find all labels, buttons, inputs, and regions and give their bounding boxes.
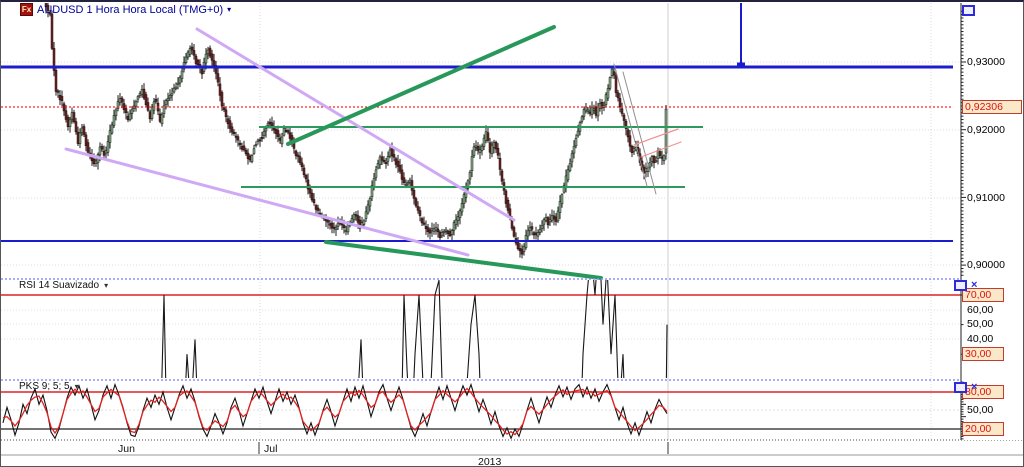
rsi-close-icon[interactable]: ×: [971, 280, 977, 291]
pks-axis-label: 50,00: [967, 404, 994, 416]
rsi-line: [161, 280, 668, 378]
rsi-axis-label: 40,00: [967, 333, 994, 345]
price-axis-label: 0,90000: [967, 259, 1005, 271]
price-axis-label: 0,92000: [967, 124, 1005, 136]
fx-icon: Fx: [20, 3, 33, 16]
chart-canvas[interactable]: [1, 2, 1024, 467]
main-window-controls: [962, 5, 975, 16]
rsi-axis-label: 50,00: [967, 318, 994, 330]
current-price-label: 0,92306: [962, 100, 1022, 114]
pks-panel-header: PKS 9; 5; 5 ▾: [19, 381, 79, 392]
pks-window-controls: ×: [954, 382, 977, 393]
price-axis-label: 0,91000: [967, 192, 1005, 204]
rsi-dropdown-icon[interactable]: ▾: [104, 281, 108, 290]
rsi-restore-icon[interactable]: [954, 280, 967, 291]
chart-title: AUDUSD 1 Hora Hora Local (TMG+0): [37, 3, 224, 16]
month-label-jul[interactable]: Jul: [264, 443, 277, 455]
pks-level-20-label: 20,00: [962, 422, 1004, 436]
month-label-jun[interactable]: Jun: [118, 443, 135, 455]
rsi-panel-header: RSI 14 Suavizado ▾: [19, 280, 108, 291]
chart-title-bar: Fx AUDUSD 1 Hora Hora Local (TMG+0) ▾: [20, 3, 231, 16]
price-axis-label: 0,93000: [967, 56, 1005, 68]
pks-close-icon[interactable]: ×: [971, 382, 977, 393]
pks-restore-icon[interactable]: [954, 382, 967, 393]
chart-window: Fx AUDUSD 1 Hora Hora Local (TMG+0) ▾ RS…: [0, 0, 1024, 467]
rsi-axis-label: 60,00: [967, 304, 994, 316]
restore-icon[interactable]: [962, 5, 975, 16]
rsi-level-30-label: 30,00: [962, 347, 1004, 361]
pks-panel-title: PKS 9; 5; 5: [19, 381, 70, 392]
chart-title-dropdown-icon[interactable]: ▾: [227, 5, 231, 15]
pks-dropdown-icon[interactable]: ▾: [75, 382, 79, 391]
rsi-window-controls: ×: [954, 280, 977, 291]
year-label[interactable]: 2013: [478, 456, 501, 466]
rsi-panel-title: RSI 14 Suavizado: [19, 280, 100, 291]
